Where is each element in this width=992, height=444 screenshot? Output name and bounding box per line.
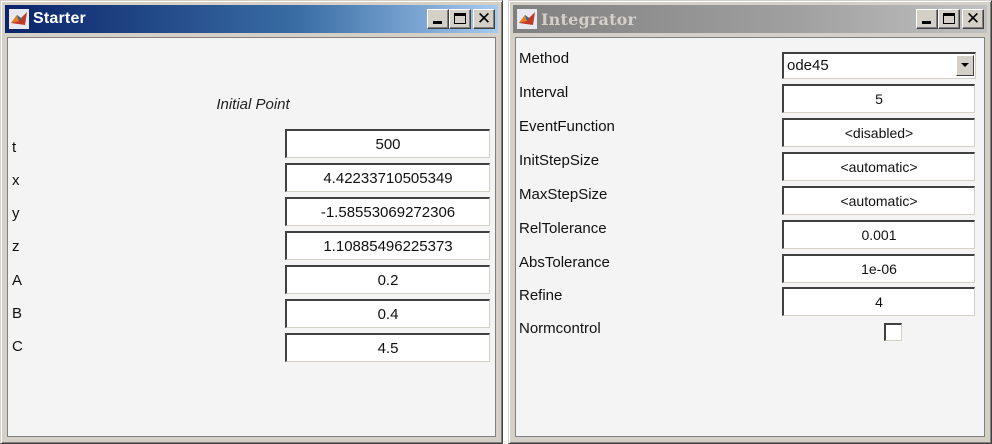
field-z[interactable]: 1.10885496225373: [285, 231, 490, 260]
label-method: Method: [519, 50, 570, 67]
integrator-window: Integrator ✕ Method ode45 Interval 5 Eve…: [508, 0, 992, 444]
field-abstolerance[interactable]: 1e-06: [782, 254, 975, 283]
window-title: Integrator: [541, 9, 637, 29]
field-a[interactable]: 0.2: [285, 265, 490, 294]
label-y: y: [12, 205, 20, 222]
field-reltolerance[interactable]: 0.001: [782, 220, 975, 249]
field-c[interactable]: 4.5: [285, 333, 490, 362]
starter-titlebar[interactable]: Starter ✕: [5, 5, 498, 33]
label-refine: Refine: [519, 287, 563, 304]
close-button[interactable]: ✕: [962, 9, 984, 29]
method-select[interactable]: ode45: [782, 52, 976, 79]
starter-window: Starter ✕ Initial Point t 500 x 4.422337…: [0, 0, 503, 444]
minimize-icon: [922, 21, 931, 24]
chevron-down-icon[interactable]: [956, 55, 974, 76]
label-x: x: [12, 172, 20, 189]
label-a: A: [12, 272, 23, 289]
maximize-button[interactable]: [449, 9, 471, 29]
field-interval[interactable]: 5: [782, 84, 975, 113]
matlab-icon: [517, 9, 537, 29]
label-b: B: [12, 305, 23, 322]
field-initstepsize[interactable]: <automatic>: [782, 152, 975, 181]
label-reltolerance: RelTolerance: [519, 220, 607, 237]
window-title: Starter: [33, 10, 86, 27]
label-t: t: [12, 139, 17, 156]
label-maxstepsize: MaxStepSize: [519, 186, 608, 203]
label-c: C: [12, 338, 23, 355]
maximize-icon: [943, 13, 955, 24]
field-t[interactable]: 500: [285, 129, 490, 158]
close-icon: ✕: [476, 9, 492, 29]
initial-point-heading: Initial Point: [216, 96, 290, 113]
minimize-button[interactable]: [916, 9, 938, 29]
close-icon: ✕: [965, 9, 981, 29]
field-refine[interactable]: 4: [782, 287, 975, 316]
maximize-button[interactable]: [938, 9, 960, 29]
close-button[interactable]: ✕: [473, 9, 495, 29]
field-x[interactable]: 4.42233710505349: [285, 163, 490, 192]
normcontrol-checkbox[interactable]: [884, 323, 902, 341]
minimize-icon: [433, 21, 442, 24]
matlab-icon: [9, 9, 29, 29]
integrator-panel: Method ode45 Interval 5 EventFunction <d…: [515, 37, 985, 437]
label-z: z: [12, 238, 20, 255]
label-eventfunction: EventFunction: [519, 118, 615, 135]
label-normcontrol: Normcontrol: [519, 320, 601, 337]
field-y[interactable]: -1.58553069272306: [285, 197, 490, 226]
maximize-icon: [454, 13, 466, 24]
label-interval: Interval: [519, 84, 569, 101]
method-value: ode45: [787, 57, 829, 74]
integrator-titlebar[interactable]: Integrator ✕: [513, 5, 987, 33]
label-initstepsize: InitStepSize: [519, 152, 600, 169]
field-b[interactable]: 0.4: [285, 299, 490, 328]
starter-panel: Initial Point t 500 x 4.42233710505349 y…: [7, 37, 496, 437]
field-maxstepsize[interactable]: <automatic>: [782, 186, 975, 215]
label-abstolerance: AbsTolerance: [519, 254, 610, 271]
minimize-button[interactable]: [427, 9, 449, 29]
field-eventfunction[interactable]: <disabled>: [782, 118, 975, 147]
